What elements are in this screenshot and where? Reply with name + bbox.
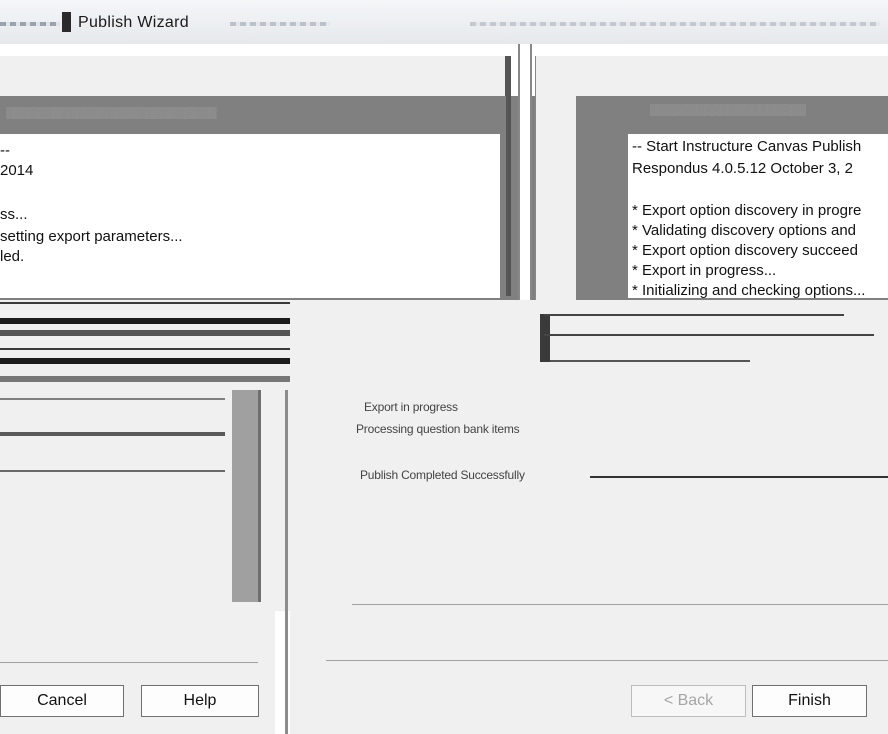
log-line: * Export option discovery succeed [632,242,858,259]
frame-separator [518,44,532,300]
left-lower-area [0,390,230,605]
progress-line: Processing question bank items [356,422,520,436]
footer-separator [0,662,258,663]
log-line: * Validating discovery options and [632,222,857,239]
log-line: ss... [0,206,28,223]
title-bar-artifact [230,22,330,26]
frame-separator [506,56,511,296]
artifact-line [544,334,874,336]
log-line: * Export in progress... [632,262,777,279]
cancel-button[interactable]: Cancel [0,685,124,717]
log-line: * Initializing and checking options... [632,282,866,298]
back-button[interactable]: < Back [631,685,746,717]
title-bar-artifact [0,22,60,26]
left-caption-bar: ▒▒▒▒▒▒▒▒▒▒▒▒▒▒▒▒▒▒▒▒▒▒▒▒▒▒▒ [0,100,550,128]
frame-separator [285,390,288,734]
divider [0,432,225,436]
divider [0,470,225,472]
right-caption-artifact: ▒▒▒▒▒▒▒▒▒▒▒▒▒▒▒▒▒▒▒▒ [650,104,806,116]
progress-line: Publish Completed Successfully [360,468,525,482]
artifact-line [550,360,750,362]
artifact-line [544,314,844,316]
log-line: -- [0,142,10,159]
window-title: Publish Wizard [78,14,189,31]
log-line: -- Start Instructure Canvas Publish [632,138,862,155]
progress-line: Export in progress [364,400,458,414]
left-log-box: -- 2014 ss... setting export parameters.… [0,134,500,298]
right-edge [884,676,888,734]
artifact-block [540,314,550,362]
left-scroll-edge [258,390,261,602]
right-lower-area: Export in progress Processing question b… [290,300,888,734]
title-bar: Publish Wizard [0,0,888,44]
divider [0,398,225,400]
finish-button[interactable]: Finish [752,685,867,717]
log-line: Respondus 4.0.5.12 October 3, 2 [632,160,853,177]
log-line: 2014 [0,162,34,179]
wizard-icon [62,12,71,32]
right-log-box: -- Start Instructure Canvas Publish Resp… [628,134,888,298]
help-button[interactable]: Help [141,685,259,717]
progress-underline [590,476,888,478]
footer-separator [326,660,888,661]
log-line: led. [0,248,25,265]
left-caption-artifact: ▒▒▒▒▒▒▒▒▒▒▒▒▒▒▒▒▒▒▒▒▒▒▒▒▒▒▒ [6,107,217,119]
footer-separator [352,604,888,605]
left-scroll-artifact [232,390,260,602]
title-bar-artifact [470,22,880,26]
log-line: setting export parameters... [0,228,183,245]
log-line: * Export option discovery in progre [632,202,862,219]
